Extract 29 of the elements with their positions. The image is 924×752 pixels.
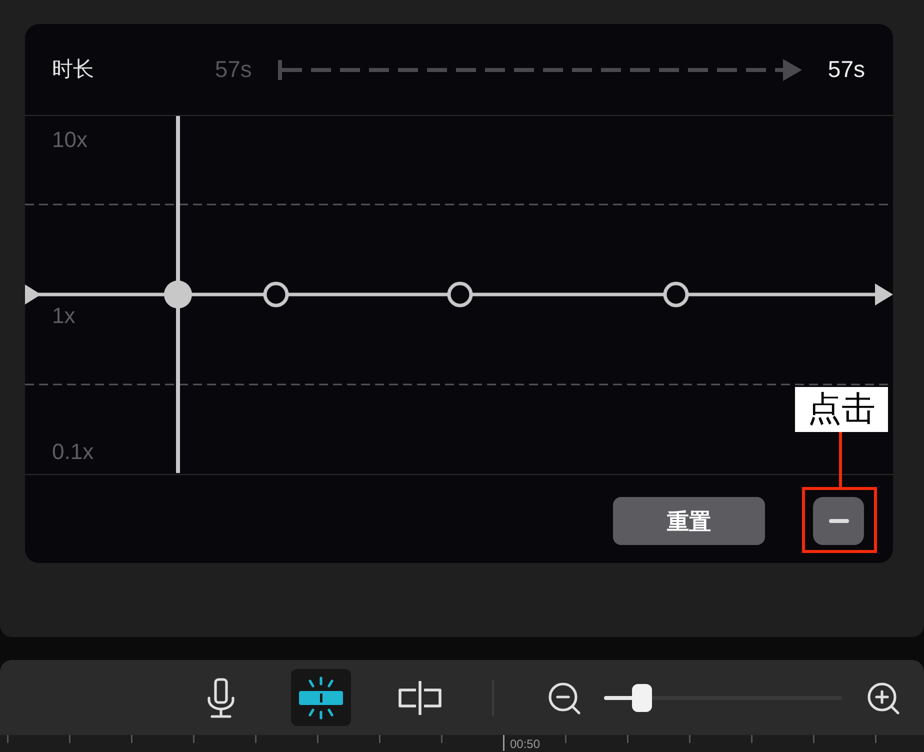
zoom-in-button[interactable]: [866, 680, 900, 714]
zoom-out-button[interactable]: [546, 680, 580, 714]
speed-axis-label: 1x: [52, 303, 76, 330]
remove-point-button[interactable]: [813, 497, 864, 545]
snap-button[interactable]: [291, 669, 351, 726]
control-point[interactable]: [663, 282, 689, 308]
control-point[interactable]: [263, 282, 289, 308]
minus-icon: [828, 519, 848, 523]
microphone-icon: [207, 678, 235, 718]
duration-label: 时长: [52, 56, 94, 82]
split-icon: [397, 680, 443, 714]
control-point[interactable]: [447, 282, 473, 308]
speed-axis-label: 10x: [52, 127, 88, 154]
reset-button[interactable]: 重置: [613, 497, 765, 545]
zoom-out-icon: [546, 680, 580, 714]
timeline-ruler[interactable]: 00:50: [0, 735, 924, 752]
callout-label: 点击: [795, 387, 888, 432]
split-button[interactable]: [397, 680, 443, 714]
timecode-label: 00:50: [510, 737, 540, 751]
callout-leader-line: [839, 432, 842, 487]
speed-axis-label: 0.1x: [52, 439, 94, 466]
zoom-slider[interactable]: [604, 684, 842, 712]
control-point[interactable]: [164, 280, 192, 308]
original-duration: 57s: [214, 56, 252, 84]
slider-thumb[interactable]: [632, 684, 652, 712]
zoom-in-icon: [866, 680, 900, 714]
glowing-bar-icon: [298, 676, 344, 720]
new-duration: 57s: [828, 56, 865, 84]
mic-button[interactable]: [207, 678, 235, 718]
